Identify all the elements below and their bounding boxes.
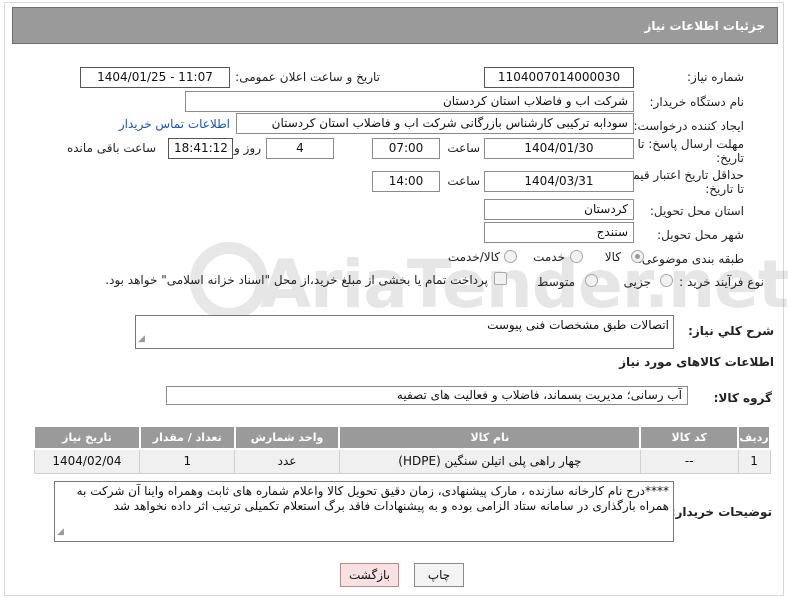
reply-deadline-days-field[interactable]: 4 [266, 138, 334, 159]
buyer-contact-link[interactable]: اطلاعات تماس خریدار [119, 117, 230, 131]
purchase-option-medium: متوسط [537, 275, 575, 289]
delivery-city-label: شهر محل تحویل: [657, 228, 744, 242]
col-qty-header: تعداد / مقدار [138, 425, 236, 450]
treasury-payment-checkbox[interactable] [494, 272, 507, 285]
cell-row: 1 [737, 448, 771, 474]
price-validity-label-2: تا تاریخ: [705, 182, 744, 196]
delivery-province-field[interactable]: کردستان [484, 199, 634, 220]
reply-deadline-label-1: مهلت ارسال پاسخ: تا [637, 137, 744, 151]
buyer-org-label: نام دستگاه خریدار: [649, 95, 745, 109]
goods-table-header: ردیف کد کالا نام کالا واحد شمارش تعداد /… [33, 425, 771, 450]
page-title: جزئیات اطلاعات نیاز [644, 19, 765, 33]
buyer-notes-text: ****درج نام کارخانه سازنده ، مارک پیشنها… [76, 484, 669, 513]
category-option-goods-service: کالا/خدمت [447, 250, 500, 264]
cell-date: 1404/02/04 [33, 448, 141, 474]
cell-name: چهار راهی پلی اتیلن سنگین (HDPE) [338, 448, 641, 474]
resize-grip-icon: ◢ [57, 527, 64, 537]
delivery-city-field[interactable]: سنندج [484, 222, 634, 243]
col-code-header: کد کالا [639, 425, 740, 450]
reply-deadline-label-2: تاریخ: [716, 151, 744, 165]
category-option-service: خدمت [533, 250, 565, 264]
requester-label: ایجاد کننده درخواست: [633, 119, 744, 133]
col-name-header: نام کالا [338, 425, 642, 450]
reply-deadline-time-field[interactable]: 07:00 [372, 138, 440, 159]
need-number-label: شماره نیاز: [687, 70, 744, 84]
category-radio-goods[interactable] [631, 250, 644, 263]
buyer-notes-label: توضیحات خریدار: [670, 505, 772, 519]
summary-textarea[interactable]: اتصالات طبق مشخصات فنی پیوست ◢ [135, 315, 674, 349]
goods-table: ردیف کد کالا نام کالا واحد شمارش تعداد /… [33, 425, 771, 474]
table-row[interactable]: 1 -- چهار راهی پلی اتیلن سنگین (HDPE) عد… [33, 448, 771, 474]
remaining-time-label: ساعت باقی مانده [66, 141, 156, 155]
requester-field[interactable]: سودابه ترکیبی کارشناس بازرگانی شرکت اب و… [236, 113, 634, 134]
category-radio-service[interactable] [570, 250, 583, 263]
reply-deadline-days-label: روز و [234, 141, 261, 155]
reply-deadline-time-label: ساعت [447, 141, 480, 155]
delivery-province-label: استان محل تحویل: [649, 204, 744, 218]
category-radio-goods-service[interactable] [504, 250, 517, 263]
price-validity-label-1: حداقل تاریخ اعتبار قیمت: [617, 168, 744, 182]
summary-text: اتصالات طبق مشخصات فنی پیوست [487, 318, 669, 332]
price-validity-date-field[interactable]: 1404/03/31 [484, 171, 634, 192]
goods-group-label: گروه کالا: [713, 391, 772, 405]
resize-grip-icon: ◢ [138, 334, 145, 344]
category-option-goods: کالا [604, 250, 621, 264]
buyer-notes-textarea[interactable]: ****درج نام کارخانه سازنده ، مارک پیشنها… [54, 481, 674, 542]
treasury-payment-note: پرداخت تمام یا بخشی از مبلغ خرید،از محل … [105, 273, 488, 287]
need-number-field[interactable]: 1104007014000030 [484, 67, 634, 88]
cell-qty: 1 [139, 448, 236, 474]
summary-label: شرح کلي نياز: [688, 324, 774, 338]
category-label: طبقه بندی موضوعی: [637, 252, 744, 266]
remaining-time-field[interactable]: 18:41:12 [168, 138, 233, 159]
col-unit-header: واحد شمارش [233, 425, 341, 450]
purchase-option-minor: جزیی [623, 275, 651, 289]
goods-group-field[interactable]: آب رسانی؛ مدیریت پسماند، فاضلاب و فعالیت… [166, 386, 688, 405]
price-validity-time-label: ساعت [447, 174, 480, 188]
announce-datetime-field[interactable]: 1404/01/25 - 11:07 [80, 67, 230, 88]
page-header: جزئیات اطلاعات نیاز [12, 7, 778, 44]
purchase-type-label: نوع فرآیند خرید : [679, 275, 764, 289]
print-button[interactable]: چاپ [414, 563, 464, 587]
goods-section-title: اطلاعات کالاهای مورد نیاز [619, 355, 774, 369]
back-button[interactable]: بازگشت [340, 563, 399, 587]
buyer-org-field[interactable]: شرکت اب و فاضلاب استان کردستان [185, 91, 634, 112]
purchase-radio-medium[interactable] [585, 274, 598, 287]
col-row-header: ردیف [737, 425, 771, 450]
col-date-header: تاریخ نیاز [33, 425, 141, 450]
price-validity-time-field[interactable]: 14:00 [372, 171, 440, 192]
purchase-radio-minor[interactable] [660, 274, 673, 287]
reply-deadline-date-field[interactable]: 1404/01/30 [484, 138, 634, 159]
cell-unit: عدد [234, 448, 340, 474]
cell-code: -- [639, 448, 739, 474]
announce-datetime-label: تاریخ و ساعت اعلان عمومی: [235, 70, 380, 84]
